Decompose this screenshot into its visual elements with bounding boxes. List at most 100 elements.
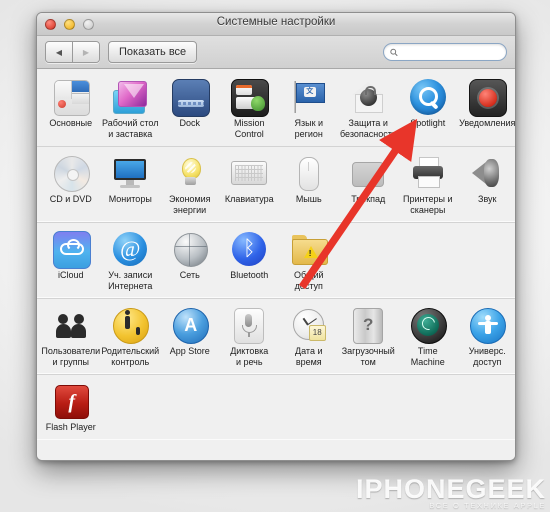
bluetooth-icon: ᛒ <box>231 231 267 267</box>
pane-flash-player[interactable]: f Flash Player <box>41 383 101 433</box>
time-machine-icon <box>410 307 447 344</box>
preference-panes-content: Основные Рабочий стол и заставка Dock Mis… <box>37 69 515 460</box>
pane-label: Клавиатура <box>224 194 274 204</box>
dock-icon <box>171 79 210 117</box>
pane-label: Родительский контроль <box>101 346 160 367</box>
pane-sound[interactable]: Звук <box>458 155 516 215</box>
cd-dvd-icon <box>53 155 90 192</box>
pane-time-machine[interactable]: Time Machine <box>398 307 458 367</box>
pane-label: Защита и безопасность <box>339 118 397 139</box>
forward-button: ▶ <box>72 42 99 62</box>
pane-label: Трекпад <box>351 194 386 204</box>
pane-label: Bluetooth <box>230 270 269 280</box>
pane-label: Пользователи и группы <box>41 346 101 367</box>
flash-player-icon: f <box>53 383 89 419</box>
pane-label: Spotlight <box>410 118 446 128</box>
pane-accessibility[interactable]: Универс. доступ <box>458 307 516 367</box>
pane-group-hardware: CD и DVD Мониторы Экономия энергии Клавиа… <box>37 146 515 222</box>
pane-label: Сеть <box>179 270 200 280</box>
window-title: Системные настройки <box>216 16 336 28</box>
pane-language-region[interactable]: 文 Язык и регион <box>279 79 339 139</box>
pane-group-system: Пользователи и группы Родительский контрол… <box>37 298 515 374</box>
pane-mouse[interactable]: Мышь <box>279 155 339 215</box>
pane-startup-disk[interactable]: Загрузочныйтом <box>339 307 399 367</box>
startup-disk-icon <box>350 307 386 344</box>
sound-icon <box>469 155 505 191</box>
parental-controls-icon <box>112 307 150 344</box>
pane-general[interactable]: Основные <box>41 79 101 139</box>
pane-network[interactable]: Сеть <box>160 231 220 291</box>
mission-control-icon <box>231 79 270 117</box>
pane-energy-saver[interactable]: Экономия энергии <box>160 155 220 215</box>
pane-mission-control[interactable]: Mission Control <box>220 79 280 139</box>
pane-label: Экономия энергии <box>168 194 211 215</box>
printers-scanners-icon <box>410 155 446 191</box>
pane-dictation-speech[interactable]: Диктовка и речь <box>220 307 280 367</box>
pane-label: Язык и регион <box>294 118 324 139</box>
displays-icon <box>112 155 148 191</box>
pane-internet-accounts[interactable]: @ Уч. записи Интернета <box>101 231 161 291</box>
dictation-speech-icon <box>231 307 267 344</box>
pane-label: Дата и время <box>295 346 323 367</box>
pane-label: Мышь <box>295 194 322 204</box>
navigation-buttons: ◀ ▶ <box>45 41 100 63</box>
pane-label: Рабочий стол и заставка <box>102 118 159 139</box>
desktop-screensaver-icon <box>112 79 148 115</box>
pane-security-privacy[interactable]: Защита и безопасность <box>339 79 399 139</box>
pane-label: Уч. записи Интернета <box>108 270 153 291</box>
pane-desktop-screensaver[interactable]: Рабочий стол и заставка <box>101 79 161 139</box>
search-input[interactable] <box>401 46 500 58</box>
pane-label: CD и DVD <box>49 194 92 204</box>
pane-app-store[interactable]: A App Store <box>160 307 220 367</box>
pane-label: iCloud <box>57 270 84 280</box>
pane-parental-controls[interactable]: Родительский контроль <box>101 307 161 367</box>
pane-label: Мониторы <box>108 194 152 204</box>
pane-bluetooth[interactable]: ᛒ Bluetooth <box>220 231 280 291</box>
pane-label: Уведомления <box>459 118 515 128</box>
search-field[interactable] <box>383 43 507 61</box>
users-groups-icon <box>53 307 89 343</box>
pane-cd-dvd[interactable]: CD и DVD <box>41 155 101 215</box>
pane-icloud[interactable]: iCloud <box>41 231 101 291</box>
pane-label: Общий доступ <box>293 270 324 291</box>
show-all-button[interactable]: Показать все <box>108 41 198 63</box>
pane-label: Основные <box>49 118 93 128</box>
pane-trackpad[interactable]: Трекпад <box>339 155 399 215</box>
pane-notifications[interactable]: Уведомления <box>458 79 515 139</box>
network-icon <box>172 231 208 267</box>
back-button[interactable]: ◀ <box>46 42 72 62</box>
pane-group-personal: Основные Рабочий стол и заставка Dock Mis… <box>37 71 515 146</box>
pane-date-time[interactable]: 18 Дата и время <box>279 307 339 367</box>
app-store-icon: A <box>172 307 209 344</box>
pane-displays[interactable]: Мониторы <box>101 155 161 215</box>
pane-group-internet: iCloud @ Уч. записи Интернета Сеть ᛒ Blue… <box>37 222 515 298</box>
spotlight-icon <box>409 79 446 115</box>
keyboard-icon <box>231 155 268 191</box>
pane-dock[interactable]: Dock <box>160 79 220 139</box>
search-icon <box>390 48 398 56</box>
pane-label: Универс. доступ <box>468 346 506 367</box>
date-time-icon: 18 <box>291 307 327 343</box>
pane-label: Dock <box>179 118 200 128</box>
system-preferences-window: Системные настройки ◀ ▶ Показать все Осн… <box>36 12 516 461</box>
watermark: IPHONEGEEK ВСЕ О ТЕХНИКЕ APPLE <box>356 475 546 510</box>
pane-users-groups[interactable]: Пользователи и группы <box>41 307 101 367</box>
pane-label: Принтеры и сканеры <box>403 194 453 215</box>
notifications-icon <box>469 79 508 117</box>
internet-accounts-icon: @ <box>112 231 148 267</box>
pane-group-other: f Flash Player <box>37 374 515 440</box>
accessibility-icon <box>469 307 507 344</box>
toolbar: ◀ ▶ Показать все <box>37 36 515 69</box>
mouse-icon <box>291 155 327 191</box>
pane-spotlight[interactable]: Spotlight <box>398 79 458 139</box>
trackpad-icon <box>350 155 386 191</box>
language-region-icon: 文 <box>291 79 327 115</box>
pane-sharing[interactable]: Общийдоступ <box>279 231 339 291</box>
pane-label: Диктовка и речь <box>230 346 269 367</box>
sharing-icon <box>291 231 328 267</box>
pane-label: Звук <box>478 194 497 204</box>
pane-keyboard[interactable]: Клавиатура <box>220 155 280 215</box>
pane-printers-scanners[interactable]: Принтеры и сканеры <box>398 155 458 215</box>
window-titlebar: Системные настройки <box>37 13 515 36</box>
security-privacy-icon <box>350 79 386 115</box>
